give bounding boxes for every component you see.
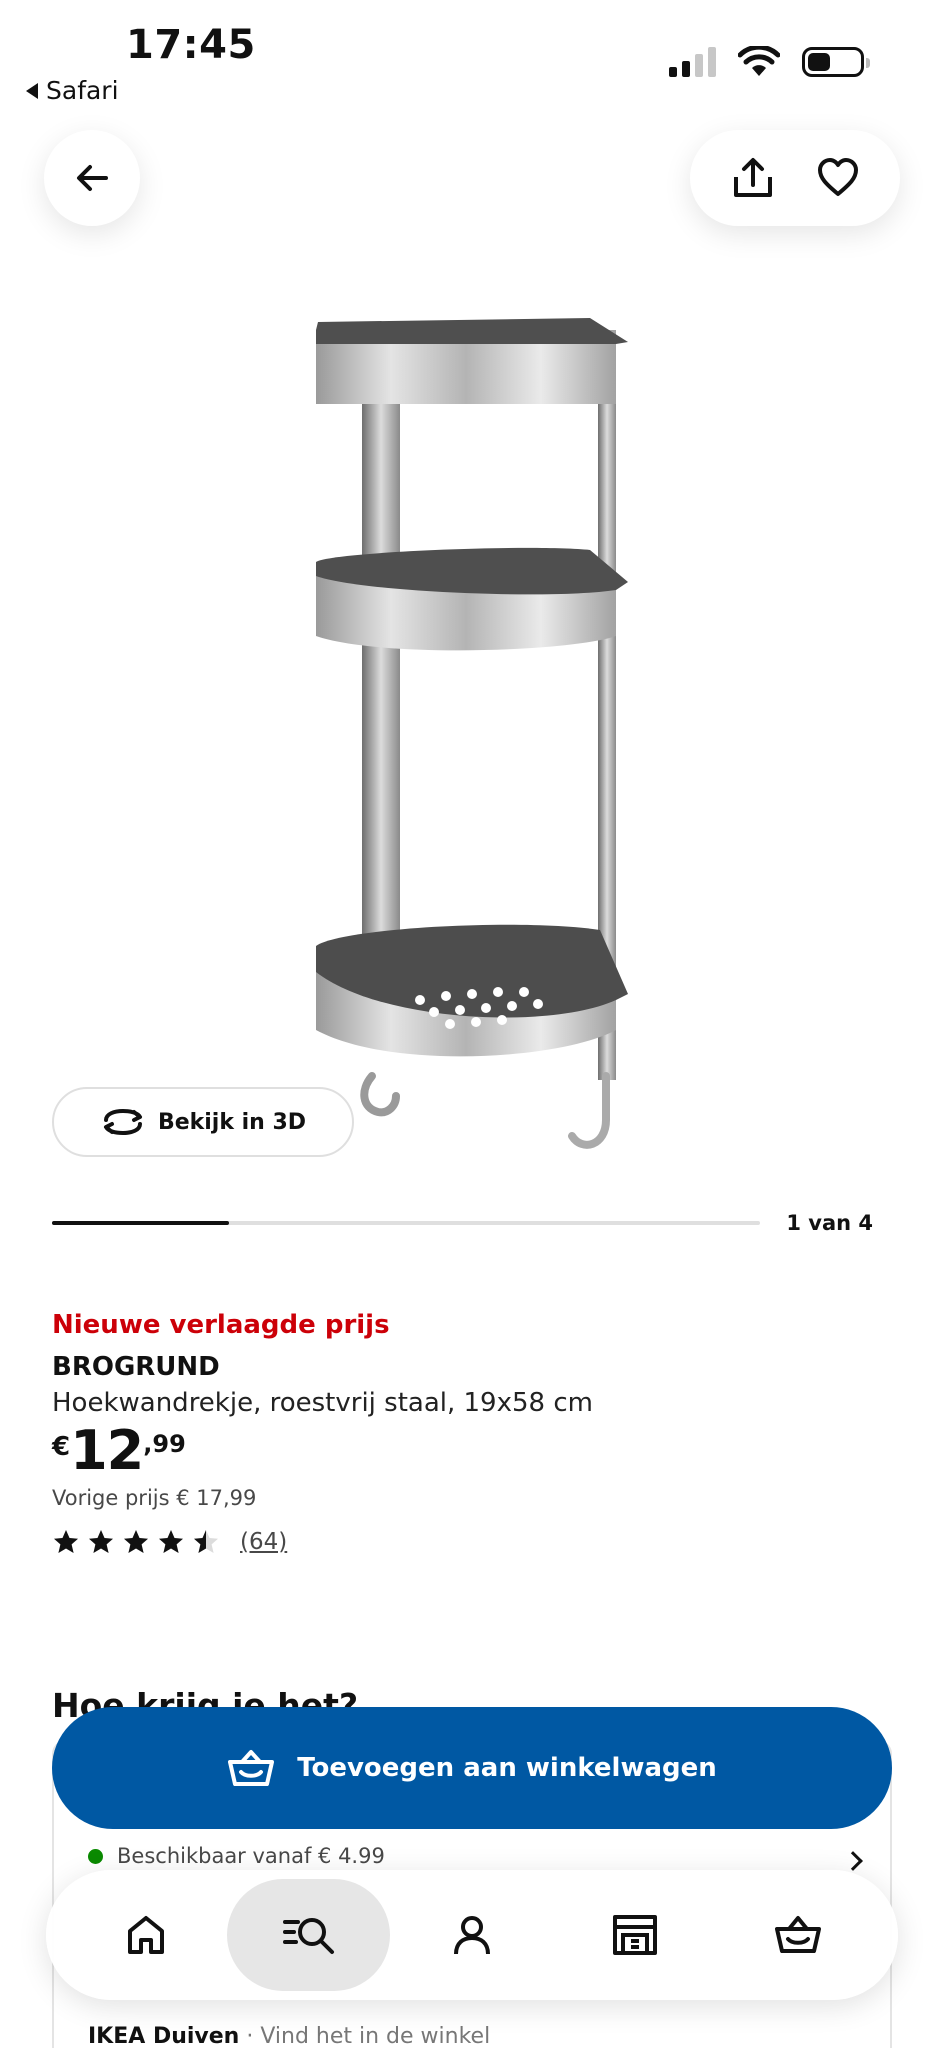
back-triangle-icon: [26, 82, 38, 99]
price-integer: 12: [70, 1419, 144, 1482]
nav-profile[interactable]: [390, 1879, 553, 1991]
add-to-cart-label: Toevoegen aan winkelwagen: [297, 1753, 717, 1783]
home-icon: [127, 1916, 164, 1954]
nav-search[interactable]: [227, 1879, 391, 1991]
promo-label: Nieuwe verlaagde prijs: [52, 1310, 390, 1340]
nav-stores[interactable]: [554, 1879, 717, 1991]
product-name: BROGRUND: [52, 1352, 220, 1382]
top-actions-group: [690, 130, 900, 226]
view-3d-button[interactable]: Bekijk in 3D: [52, 1087, 354, 1157]
status-indicators: [669, 46, 870, 78]
star-icon: [124, 1530, 148, 1553]
chevron-right-icon: [843, 1851, 863, 1871]
store-name: IKEA Duiven: [88, 2024, 240, 2048]
availability-text: Beschikbaar vanaf € 4.99: [117, 1844, 385, 1868]
product-rating[interactable]: (64): [52, 1528, 287, 1556]
gallery-progress-fill: [52, 1221, 229, 1225]
rotate-3d-icon: [103, 1109, 142, 1135]
nav-home[interactable]: [64, 1879, 227, 1991]
previous-price: Vorige prijs € 17,99: [52, 1486, 257, 1510]
product-price: € 12 ,99: [52, 1424, 186, 1478]
heart-icon: [818, 158, 858, 196]
basket-icon: [228, 1750, 275, 1786]
product-description: Hoekwandrekje, roestvrij staal, 19x58 cm: [52, 1388, 593, 1418]
review-count-link[interactable]: (64): [240, 1529, 287, 1555]
wifi-icon: [738, 46, 780, 76]
availability-dot-icon: [88, 1848, 103, 1864]
rating-stars: [52, 1528, 220, 1556]
share-button[interactable]: [730, 155, 776, 201]
status-time: 17:45: [126, 22, 256, 68]
cart-icon: [775, 1916, 822, 1953]
profile-icon: [454, 1916, 490, 1955]
store-icon: [613, 1915, 658, 1955]
bottom-navigation: [46, 1870, 898, 2000]
add-to-cart-button[interactable]: Toevoegen aan winkelwagen: [52, 1707, 892, 1829]
arrow-left-icon: [77, 165, 108, 191]
search-list-icon: [282, 1918, 334, 1954]
cellular-signal-icon: [669, 47, 716, 77]
price-currency: €: [52, 1432, 71, 1462]
gallery-progress-bar: [52, 1221, 760, 1225]
back-to-app-link[interactable]: Safari: [26, 76, 119, 105]
price-decimal: ,99: [143, 1430, 186, 1458]
back-button[interactable]: [44, 130, 140, 226]
back-app-label: Safari: [46, 76, 119, 105]
view-3d-label: Bekijk in 3D: [157, 1109, 307, 1135]
gallery-page-indicator: 1 van 4: [786, 1211, 873, 1235]
star-icon: [89, 1530, 113, 1553]
delivery-availability: Beschikbaar vanaf € 4.99: [88, 1844, 385, 1868]
nav-cart[interactable]: [717, 1879, 880, 1991]
star-icon: [159, 1530, 183, 1553]
store-line[interactable]: IKEA Duiven · Vind het in de winkel: [88, 2024, 490, 2048]
share-icon: [734, 158, 772, 197]
favorite-button[interactable]: [816, 156, 860, 200]
battery-icon: [802, 47, 870, 77]
star-icon: [54, 1530, 78, 1553]
product-image[interactable]: [300, 300, 640, 1170]
store-action: · Vind het in de winkel: [246, 2024, 491, 2048]
star-icon: [194, 1530, 218, 1553]
